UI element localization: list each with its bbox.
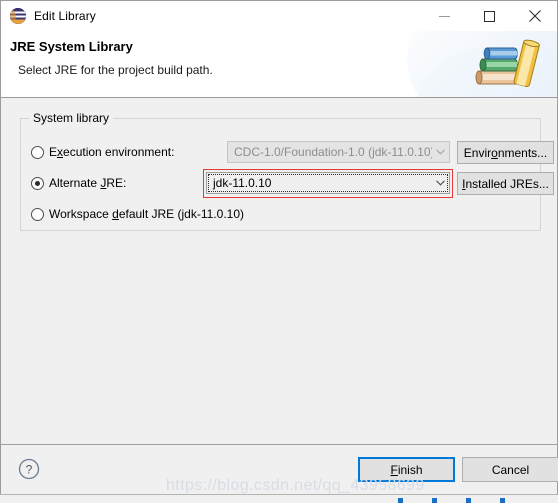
minimize-icon[interactable] <box>422 1 467 31</box>
window-controls <box>422 1 557 31</box>
radio-execution-environment[interactable] <box>31 145 44 159</box>
radio-workspace-default-jre[interactable] <box>31 207 44 221</box>
environments-button[interactable]: Envir o nments... <box>457 141 554 164</box>
background-marker <box>398 498 403 503</box>
maximize-icon[interactable] <box>467 1 512 31</box>
dialog-button-bar: ? Finish Cancel <box>1 445 558 494</box>
page-title: JRE System Library <box>10 39 133 54</box>
finish-button[interactable]: Finish <box>358 457 455 482</box>
dialog-banner: JRE System Library Select JRE for the pr… <box>1 31 557 98</box>
radio-label-alternate-jre: Alternate JRE: <box>49 176 127 190</box>
books-stack-icon <box>469 38 543 92</box>
dialog-content: System library Execution environment: CD… <box>1 98 557 445</box>
chevron-down-icon[interactable] <box>432 180 449 186</box>
help-icon[interactable]: ? <box>18 458 40 480</box>
radio-label-execution-environment: Execution environment: <box>49 145 175 159</box>
close-icon[interactable] <box>512 1 557 31</box>
radio-label-workspace-default-jre: Workspace default JRE (jdk-11.0.10) <box>49 207 244 221</box>
background-marker <box>466 498 471 503</box>
background-window-strip <box>0 494 558 503</box>
screenshot-root: Edit Library JRE System Library Select J… <box>0 0 558 503</box>
title-bar: Edit Library <box>1 1 557 31</box>
background-marker <box>432 498 437 503</box>
cancel-button[interactable]: Cancel <box>462 457 558 482</box>
svg-text:?: ? <box>26 463 33 477</box>
row-execution-environment: Execution environment: <box>21 141 174 163</box>
page-subtitle: Select JRE for the project build path. <box>18 63 213 77</box>
group-label: System library <box>29 111 114 125</box>
alternate-jre-combo-value: jdk-11.0.10 <box>213 176 272 190</box>
execution-environment-combo-value: CDC-1.0/Foundation-1.0 (jdk-11.0.10) <box>234 145 432 159</box>
row-alternate-jre: Alternate JRE: <box>21 172 126 194</box>
system-library-group: System library Execution environment: CD… <box>20 111 554 231</box>
eclipse-icon <box>10 8 26 24</box>
radio-alternate-jre[interactable] <box>31 176 44 190</box>
edit-library-dialog: Edit Library JRE System Library Select J… <box>0 0 558 494</box>
alternate-jre-combo[interactable]: jdk-11.0.10 <box>206 172 450 194</box>
background-marker <box>500 498 505 503</box>
execution-environment-combo: CDC-1.0/Foundation-1.0 (jdk-11.0.10) <box>227 141 450 163</box>
chevron-down-icon <box>432 149 449 155</box>
row-workspace-default-jre: Workspace default JRE (jdk-11.0.10) <box>21 203 244 225</box>
window-title: Edit Library <box>34 9 96 23</box>
installed-jres-button[interactable]: Installed JREs... <box>457 172 554 195</box>
